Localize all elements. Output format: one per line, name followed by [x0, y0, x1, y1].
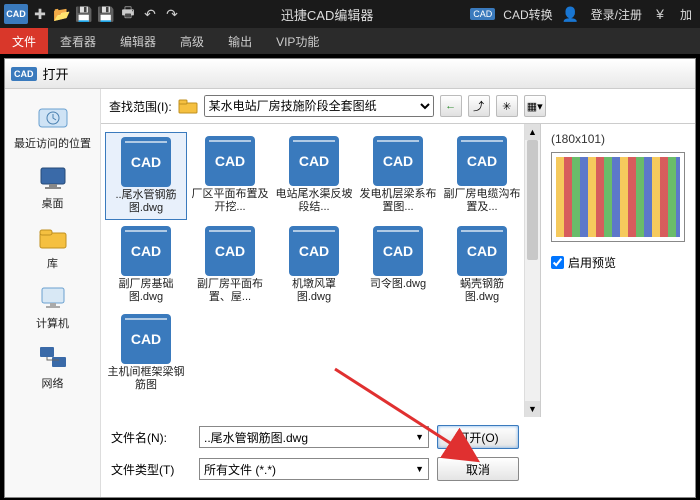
enable-preview-input[interactable]	[551, 256, 564, 269]
filename-label: 文件名(N):	[111, 429, 191, 446]
file-label: 蜗壳钢筋图.dwg	[443, 278, 521, 304]
print-icon[interactable]: 🖶	[118, 4, 138, 24]
preview-box	[551, 152, 685, 242]
new-folder-button[interactable]: ✳	[496, 95, 518, 117]
sidebar-desktop[interactable]: 桌面	[5, 157, 100, 217]
titlebar: CAD ✚ 📂 💾 💾 🖶 ↶ ↷ 迅捷CAD编辑器 CAD CAD转换 👤 登…	[0, 0, 700, 28]
view-button[interactable]: ▦▾	[524, 95, 546, 117]
file-label: 电站尾水渠反坡段结...	[275, 188, 353, 214]
places-sidebar: 最近访问的位置 桌面 库 计算机 网络	[5, 89, 101, 497]
desktop-icon	[35, 163, 71, 193]
file-item[interactable]: CAD蜗壳钢筋图.dwg	[441, 222, 523, 308]
menu-output[interactable]: 输出	[216, 28, 264, 54]
sidebar-library[interactable]: 库	[5, 217, 100, 277]
scroll-thumb[interactable]	[527, 140, 538, 260]
app-title: 迅捷CAD编辑器	[184, 5, 470, 24]
cad-convert-link[interactable]: CAD转换	[499, 6, 556, 23]
menu-file[interactable]: 文件	[0, 28, 48, 54]
file-label: 发电机层梁系布置图...	[359, 188, 437, 214]
computer-icon	[35, 283, 71, 313]
cad-file-icon: CAD	[373, 136, 423, 186]
up-button[interactable]: ⤴	[468, 95, 490, 117]
cad-file-icon: CAD	[121, 314, 171, 364]
open-button[interactable]: 打开(O)	[437, 425, 519, 449]
cancel-button[interactable]: 取消	[437, 457, 519, 481]
back-button[interactable]: ←	[440, 95, 462, 117]
menubar: 文件 查看器 编辑器 高级 输出 VIP功能	[0, 28, 700, 54]
open-dialog: CAD 打开 最近访问的位置 桌面 库 计算机 网络	[4, 58, 696, 498]
cad-file-icon: CAD	[457, 136, 507, 186]
filetype-label: 文件类型(T)	[111, 461, 191, 478]
scrollbar[interactable]: ▲ ▼	[524, 124, 540, 417]
sidebar-recent[interactable]: 最近访问的位置	[5, 97, 100, 157]
preview-dimensions: (180x101)	[551, 132, 685, 146]
enable-preview-checkbox[interactable]: 启用预览	[551, 254, 685, 271]
file-item[interactable]: CAD电站尾水渠反坡段结...	[273, 132, 355, 220]
open-icon[interactable]: 📂	[52, 4, 72, 24]
dialog-titlebar: CAD 打开	[5, 59, 695, 89]
look-in-row: 查找范围(I): 某水电站厂房技施阶段全套图纸 ← ⤴ ✳ ▦▾	[101, 89, 695, 123]
menu-vip[interactable]: VIP功能	[264, 28, 331, 54]
file-item[interactable]: CAD厂区平面布置及开挖...	[189, 132, 271, 220]
dialog-title: 打开	[43, 64, 69, 83]
app-icon: CAD	[4, 4, 28, 24]
file-item[interactable]: CAD 司令图.dwg	[357, 222, 439, 308]
file-item[interactable]: CAD发电机层梁系布置图...	[357, 132, 439, 220]
file-label: 厂区平面布置及开挖...	[191, 188, 269, 214]
cad-file-icon: CAD	[121, 226, 171, 276]
extra-link[interactable]: 加	[676, 6, 696, 23]
menu-viewer[interactable]: 查看器	[48, 28, 108, 54]
file-label: 主机间框架梁钢筋图	[107, 366, 185, 392]
file-item[interactable]: CAD副厂房平面布置、屋...	[189, 222, 271, 308]
new-icon[interactable]: ✚	[30, 4, 50, 24]
file-item[interactable]: CAD机墩风罩图.dwg	[273, 222, 355, 308]
chevron-down-icon: ▼	[415, 432, 424, 442]
chevron-down-icon: ▼	[415, 464, 424, 474]
library-icon	[35, 223, 71, 253]
cad-file-icon: CAD	[205, 226, 255, 276]
recent-icon	[35, 103, 71, 133]
preview-thumbnail	[556, 157, 680, 237]
file-label: 副厂房基础图.dwg	[107, 278, 185, 304]
menu-advanced[interactable]: 高级	[168, 28, 216, 54]
saveas-icon[interactable]: 💾	[96, 4, 116, 24]
file-label: 副厂房平面布置、屋...	[191, 278, 269, 304]
cad-file-icon: CAD	[289, 226, 339, 276]
file-label: 机墩风罩图.dwg	[275, 278, 353, 304]
file-list[interactable]: CAD..尾水管钢筋图.dwgCAD厂区平面布置及开挖...CAD电站尾水渠反坡…	[101, 124, 541, 417]
file-label: ..尾水管钢筋图.dwg	[108, 189, 184, 215]
file-item[interactable]: CAD主机间框架梁钢筋图	[105, 310, 187, 396]
scroll-down-icon[interactable]: ▼	[525, 401, 540, 417]
cad-convert-badge[interactable]: CAD	[470, 8, 495, 20]
login-link[interactable]: 登录/注册	[587, 6, 646, 23]
folder-icon	[178, 98, 198, 114]
file-item[interactable]: CAD..尾水管钢筋图.dwg	[105, 132, 187, 220]
filename-combo[interactable]: ..尾水管钢筋图.dwg▼	[199, 426, 429, 448]
cad-file-icon: CAD	[205, 136, 255, 186]
cad-file-icon: CAD	[457, 226, 507, 276]
cad-file-icon: CAD	[289, 136, 339, 186]
sidebar-network[interactable]: 网络	[5, 337, 100, 397]
file-label: 副厂房电缆沟布置及...	[443, 188, 521, 214]
look-in-label: 查找范围(I):	[109, 98, 172, 115]
sidebar-computer[interactable]: 计算机	[5, 277, 100, 337]
file-label: 司令图.dwg	[370, 278, 426, 291]
file-item[interactable]: CAD副厂房基础图.dwg	[105, 222, 187, 308]
user-icon[interactable]: 👤	[561, 4, 581, 24]
filetype-combo[interactable]: 所有文件 (*.*)▼	[199, 458, 429, 480]
network-icon	[35, 343, 71, 373]
look-in-combo[interactable]: 某水电站厂房技施阶段全套图纸	[204, 95, 434, 117]
undo-icon[interactable]: ↶	[140, 4, 160, 24]
redo-icon[interactable]: ↷	[162, 4, 182, 24]
cad-file-icon: CAD	[121, 137, 171, 187]
scroll-up-icon[interactable]: ▲	[525, 124, 540, 140]
dialog-bottom: 文件名(N): ..尾水管钢筋图.dwg▼ 打开(O) 文件类型(T) 所有文件…	[101, 417, 695, 497]
currency-icon[interactable]: ¥	[650, 4, 670, 24]
menu-editor[interactable]: 编辑器	[108, 28, 168, 54]
save-icon[interactable]: 💾	[74, 4, 94, 24]
preview-panel: (180x101) 启用预览	[541, 124, 695, 417]
file-item[interactable]: CAD副厂房电缆沟布置及...	[441, 132, 523, 220]
cad-file-icon: CAD	[373, 226, 423, 276]
dialog-icon: CAD	[11, 67, 37, 81]
